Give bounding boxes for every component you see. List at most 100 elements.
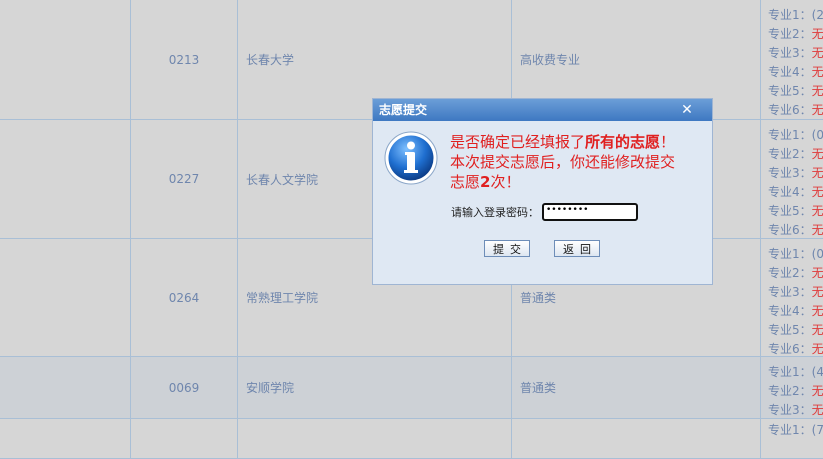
message-line-2: 本次提交志愿后，你还能修改提交 [450, 153, 676, 171]
major-item: 专业2：无 [768, 264, 823, 283]
major-value: 无 [811, 147, 823, 161]
major-label: 专业2： [768, 266, 812, 280]
column-divider [237, 419, 238, 458]
major-label: 专业1： [768, 247, 812, 261]
major-label: 专业4： [768, 304, 812, 318]
major-list: 专业1：(42专业2：无专业3：无 [768, 357, 823, 418]
major-item: 专业5：无 [768, 321, 823, 340]
enrollment-type: 普通类 [520, 381, 557, 395]
password-label: 请输入登录密码： [451, 206, 539, 219]
major-item: 专业3：无 [768, 164, 823, 183]
school-name: 安顺学院 [246, 381, 295, 395]
major-label: 专业1： [768, 423, 812, 437]
submit-dialog: 志愿提交 ✕ 是否确定已经填报了所有的志愿！ 本次提交志愿后，你还能修改提交 志… [372, 98, 713, 285]
column-divider [511, 357, 512, 418]
major-value: 无 [811, 403, 823, 417]
message-text: 次！ [490, 173, 521, 191]
major-label: 专业3： [768, 46, 812, 60]
close-icon[interactable]: ✕ [680, 99, 694, 121]
message-line-1: 是否确定已经填报了所有的志愿！ [450, 132, 700, 152]
major-item: 专业5：无 [768, 202, 823, 221]
major-value: 无 [811, 266, 823, 280]
major-label: 专业1： [768, 128, 812, 142]
major-label: 专业4： [768, 185, 812, 199]
column-divider [237, 357, 238, 418]
major-item: 专业4：无 [768, 63, 823, 82]
major-item: 专业1：(01 [768, 245, 823, 264]
dialog-title: 志愿提交 [379, 103, 428, 117]
major-item: 专业3：无 [768, 44, 823, 63]
major-value: 无 [811, 285, 823, 299]
message-text: 志愿 [450, 173, 481, 191]
major-value: 无 [811, 103, 823, 117]
message-text: 是否确定已经填报了 [450, 133, 586, 151]
message-emphasis: 所有的志愿 [585, 133, 661, 151]
school-code: 0227 [168, 172, 200, 186]
major-label: 专业3： [768, 285, 812, 299]
major-label: 专业5： [768, 204, 812, 218]
major-list: 专业1：(71 [768, 419, 823, 458]
major-value: 无 [811, 27, 823, 41]
column-divider [237, 0, 238, 119]
major-label: 专业6： [768, 223, 812, 237]
major-value: 无 [811, 46, 823, 60]
major-value: (01 [811, 128, 823, 142]
major-label: 专业6： [768, 342, 812, 356]
column-divider [760, 120, 761, 238]
school-name [246, 419, 506, 458]
major-value: (01 [811, 247, 823, 261]
major-item: 专业3：无 [768, 283, 823, 302]
major-item: 专业1：(27 [768, 6, 823, 25]
major-item: 专业1：(71 [768, 421, 823, 440]
major-item: 专业2：无 [768, 382, 823, 401]
major-value: 无 [811, 84, 823, 98]
major-label: 专业5： [768, 84, 812, 98]
info-icon [384, 131, 438, 185]
major-item: 专业4：无 [768, 302, 823, 321]
dialog-title-bar: 志愿提交 ✕ [373, 99, 712, 121]
major-label: 专业6： [768, 103, 812, 117]
enrollment-type [520, 419, 750, 458]
major-label: 专业1： [768, 365, 812, 379]
column-divider [237, 239, 238, 356]
back-button[interactable]: 返回 [554, 240, 600, 257]
major-value: 无 [811, 166, 823, 180]
column-divider [760, 419, 761, 458]
major-label: 专业3： [768, 403, 812, 417]
password-input[interactable]: •••••••• [542, 203, 638, 221]
major-label: 专业2： [768, 384, 812, 398]
major-label: 专业3： [768, 166, 812, 180]
major-value: 无 [811, 342, 823, 356]
table-row: 0069安顺学院普通类专业1：(42专业2：无专业3：无 [0, 357, 823, 419]
major-item: 专业1：(42 [768, 363, 823, 382]
column-divider [511, 419, 512, 458]
major-list: 专业1：(01专业2：无专业3：无专业4：无专业5：无专业6：无 [768, 239, 823, 356]
major-value: 无 [811, 223, 823, 237]
major-label: 专业2： [768, 27, 812, 41]
column-divider [237, 120, 238, 238]
column-divider [760, 0, 761, 119]
major-item: 专业4：无 [768, 183, 823, 202]
message-line-3: 志愿2次！ [450, 172, 700, 192]
major-label: 专业5： [768, 323, 812, 337]
major-value: 无 [811, 65, 823, 79]
major-value: (42 [811, 365, 823, 379]
major-item: 专业2：无 [768, 25, 823, 44]
message-text: ！ [660, 133, 676, 151]
confirm-message: 是否确定已经填报了所有的志愿！ 本次提交志愿后，你还能修改提交 志愿2次！ [450, 132, 700, 192]
submit-button[interactable]: 提交 [484, 240, 530, 257]
major-list: 专业1：(27专业2：无专业3：无专业4：无专业5：无专业6：无 [768, 0, 823, 119]
column-divider [760, 239, 761, 356]
password-row: 请输入登录密码： •••••••• [451, 203, 638, 221]
major-list: 专业1：(01专业2：无专业3：无专业4：无专业5：无专业6：无 [768, 120, 823, 238]
school-code: 0264 [168, 290, 200, 305]
major-label: 专业2： [768, 147, 812, 161]
major-item: 专业5：无 [768, 82, 823, 101]
major-value: (71 [811, 423, 823, 437]
major-value: 无 [811, 384, 823, 398]
major-label: 专业4： [768, 65, 812, 79]
school-code: 0213 [168, 52, 200, 67]
major-label: 专业1： [768, 8, 812, 22]
major-value: 无 [811, 323, 823, 337]
table-row: 专业1：(71 [0, 419, 823, 459]
